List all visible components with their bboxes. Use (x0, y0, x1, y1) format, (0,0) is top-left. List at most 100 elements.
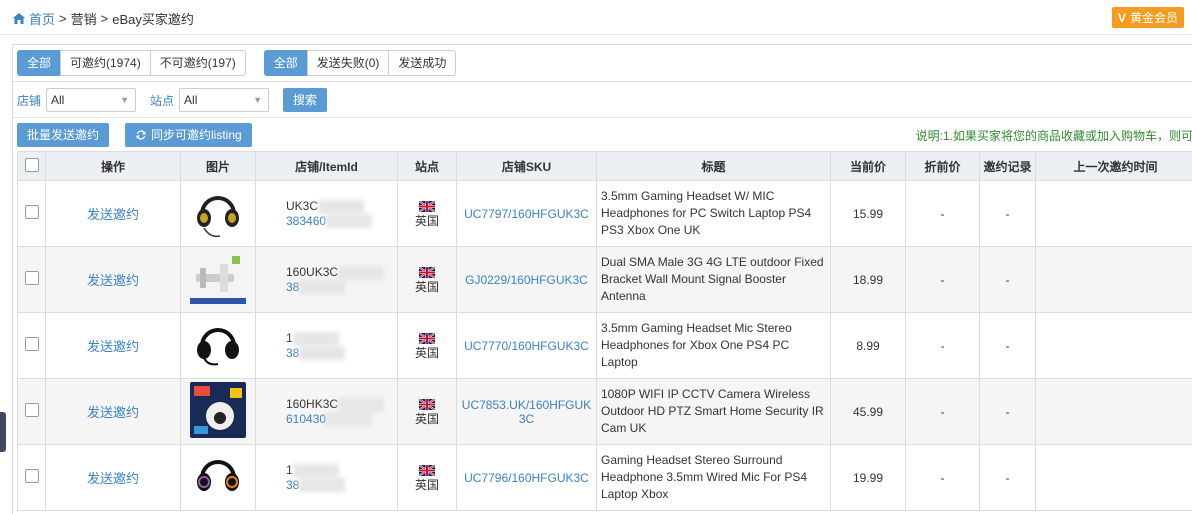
table-row: 发送邀约138英国UC7770/160HFGUK3C3.5mm Gaming H… (18, 313, 1192, 379)
product-thumbnail (190, 316, 246, 372)
sku-link[interactable]: UC7797/160HFGUK3C (457, 207, 596, 221)
breadcrumb-separator: > (101, 11, 109, 26)
current-price-cell: 19.99 (831, 445, 906, 511)
title-cell: 1080P WIFI IP CCTV Camera Wireless Outdo… (597, 379, 831, 445)
item-id-cell: 160HK3C610430 (256, 379, 398, 445)
breadcrumb-marketing[interactable]: 营销 (71, 9, 97, 28)
row-checkbox[interactable] (25, 337, 39, 351)
store-name: 1 (286, 331, 397, 346)
filter-send-1[interactable]: 发送失败(0) (307, 50, 390, 76)
table-row: 发送邀约UK3C383460英国UC7797/160HFGUK3C3.5mm G… (18, 181, 1192, 247)
sync-listing-button[interactable]: 同步可邀约listing (125, 123, 252, 147)
redacted-block (338, 266, 384, 280)
sku-link[interactable]: UC7796/160HFGUK3C (457, 471, 596, 485)
column-header: 上一次邀约时间 (1036, 152, 1192, 181)
product-image[interactable] (181, 316, 255, 375)
store-name-text: UK3C (286, 199, 318, 213)
original-price-cell: - (906, 181, 980, 247)
product-image[interactable] (181, 448, 255, 507)
send-filter-group: 全部发送失败(0)发送成功 (264, 50, 457, 76)
filter-send-0[interactable]: 全部 (264, 50, 308, 76)
item-id-link[interactable]: 38 (286, 478, 299, 492)
item-id-cell: 160UK3C38 (256, 247, 398, 313)
product-image[interactable] (181, 382, 255, 441)
send-invite-link[interactable]: 发送邀约 (87, 207, 139, 222)
product-image[interactable] (181, 250, 255, 309)
invite-record-cell: - (980, 445, 1036, 511)
top-bar: 首页 > 营销 > eBay买家邀约 V 黄金会员 (0, 0, 1192, 35)
image-cell (181, 247, 256, 313)
current-price-cell: 18.99 (831, 247, 906, 313)
sku-link[interactable]: UC7770/160HFGUK3C (457, 339, 596, 353)
row-checkbox[interactable] (25, 271, 39, 285)
chevron-down-icon: ▼ (253, 95, 262, 105)
item-id-link[interactable]: 383460 (286, 214, 326, 228)
product-image[interactable] (181, 184, 255, 243)
sku-link[interactable]: UC7853.UK/160HFGUK3C (457, 398, 596, 426)
chevron-down-icon: ▼ (120, 95, 129, 105)
last-invite-time-cell (1036, 445, 1192, 511)
title-cell: 3.5mm Gaming Headset W/ MIC Headphones f… (597, 181, 831, 247)
filter-invite-2[interactable]: 不可邀约(197) (150, 50, 246, 76)
sku-link[interactable]: GJ0229/160HFGUK3C (457, 273, 596, 287)
column-header: 店铺SKU (457, 152, 597, 181)
sku-cell: UC7796/160HFGUK3C (457, 445, 597, 511)
store-label: 店铺 (17, 92, 41, 109)
item-id-link[interactable]: 610430 (286, 412, 326, 426)
item-id-link[interactable]: 38 (286, 280, 299, 294)
send-invite-link[interactable]: 发送邀约 (87, 405, 139, 420)
image-cell (181, 181, 256, 247)
divider (13, 81, 1192, 82)
sku-cell: UC7770/160HFGUK3C (457, 313, 597, 379)
redacted-block (318, 200, 364, 214)
filter-invite-0[interactable]: 全部 (17, 50, 61, 76)
uk-flag-icon (398, 199, 456, 214)
current-price-cell: 45.99 (831, 379, 906, 445)
send-invite-link[interactable]: 发送邀约 (87, 339, 139, 354)
item-id-cell: UK3C383460 (256, 181, 398, 247)
column-header: 折前价 (906, 152, 980, 181)
site-select[interactable]: All ▼ (179, 88, 269, 112)
site-name: 英国 (398, 412, 456, 427)
batch-send-button[interactable]: 批量发送邀约 (17, 123, 109, 147)
row-select-cell (18, 181, 46, 247)
store-select[interactable]: All ▼ (46, 88, 136, 112)
row-select-cell (18, 445, 46, 511)
column-header: 当前价 (831, 152, 906, 181)
uk-flag-icon (398, 265, 456, 280)
site-cell: 英国 (398, 379, 457, 445)
original-price-cell: - (906, 313, 980, 379)
item-id: 610430 (286, 412, 397, 427)
vip-badge[interactable]: V 黄金会员 (1112, 7, 1184, 28)
item-id-cell: 138 (256, 445, 398, 511)
row-checkbox[interactable] (25, 403, 39, 417)
site-cell: 英国 (398, 445, 457, 511)
send-invite-link[interactable]: 发送邀约 (87, 471, 139, 486)
column-header: 图片 (181, 152, 256, 181)
site-name: 英国 (398, 478, 456, 493)
item-id-cell: 138 (256, 313, 398, 379)
filter-send-2[interactable]: 发送成功 (388, 50, 456, 76)
note-text: 说明:1.如果买家将您的商品收藏或加入购物车，则可 (916, 127, 1192, 144)
original-price-cell: - (906, 445, 980, 511)
sku-cell: GJ0229/160HFGUK3C (457, 247, 597, 313)
search-button[interactable]: 搜索 (283, 88, 327, 112)
action-cell: 发送邀约 (46, 379, 181, 445)
uk-flag-icon (398, 463, 456, 478)
filter-invite-1[interactable]: 可邀约(1974) (60, 50, 151, 76)
action-cell: 发送邀约 (46, 445, 181, 511)
search-row: 店铺 All ▼ 站点 All ▼ 搜索 (17, 88, 327, 112)
breadcrumb-home[interactable]: 首页 (12, 9, 55, 28)
select-all-checkbox[interactable] (25, 158, 39, 172)
send-invite-link[interactable]: 发送邀约 (87, 273, 139, 288)
redacted-block (326, 412, 372, 426)
invite-table: 操作 图片 店铺/ItemId 站点 店铺SKU 标题 当前价 折前价 邀约记录… (17, 151, 1192, 511)
refresh-icon (135, 129, 147, 141)
item-id-link[interactable]: 38 (286, 346, 299, 360)
last-invite-time-cell (1036, 181, 1192, 247)
store-name-text: 1 (286, 463, 293, 477)
row-checkbox[interactable] (25, 205, 39, 219)
side-collapse-handle[interactable] (0, 412, 6, 452)
column-header: 店铺/ItemId (256, 152, 398, 181)
row-checkbox[interactable] (25, 469, 39, 483)
